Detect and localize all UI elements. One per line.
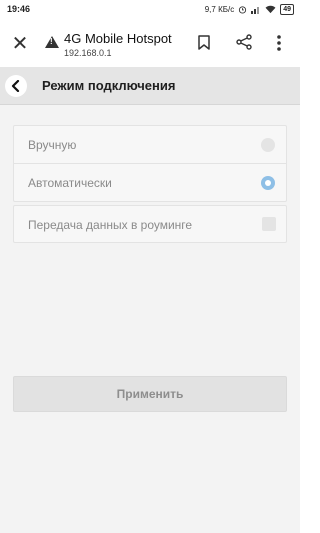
close-icon[interactable]: ✕ <box>10 34 30 54</box>
share-icon[interactable] <box>236 34 252 50</box>
app-header: Режим подключения <box>0 67 300 105</box>
network-speed: 9,7 КБ/с <box>204 5 235 14</box>
browser-toolbar: ✕ 4G Mobile Hotspot 192.168.0.1 <box>0 22 300 67</box>
status-bar: 19:46 9,7 КБ/с 49 <box>0 0 300 22</box>
roaming-checkbox[interactable] <box>262 217 276 231</box>
option-manual-label: Вручную <box>28 138 77 152</box>
wifi-icon <box>265 5 276 14</box>
status-time: 19:46 <box>7 4 31 14</box>
page-title: 4G Mobile Hotspot <box>64 31 172 46</box>
app-title: Режим подключения <box>42 78 176 93</box>
bookmark-icon[interactable] <box>198 35 210 50</box>
page-url: 192.168.0.1 <box>64 48 112 58</box>
connection-mode-group: Вручную Автоматически <box>13 125 287 202</box>
roaming-toggle-row[interactable]: Передача данных в роуминге <box>13 205 287 243</box>
status-indicators: 9,7 КБ/с 49 <box>205 4 294 15</box>
battery-icon: 49 <box>280 4 294 15</box>
radio-manual[interactable] <box>261 138 275 152</box>
option-automatic-label: Автоматически <box>28 176 112 190</box>
apply-button[interactable]: Применить <box>13 376 287 412</box>
alarm-icon <box>239 6 247 14</box>
apply-button-label: Применить <box>116 387 184 401</box>
chevron-left-icon <box>11 80 20 92</box>
warning-icon[interactable] <box>45 36 59 48</box>
option-manual[interactable]: Вручную <box>14 126 286 164</box>
settings-content: Вручную Автоматически Передача данных в … <box>0 105 300 533</box>
roaming-label: Передача данных в роуминге <box>28 218 193 232</box>
more-vertical-icon[interactable] <box>276 34 282 52</box>
option-automatic[interactable]: Автоматически <box>14 164 286 202</box>
back-button[interactable] <box>5 75 27 97</box>
signal-icon <box>251 7 260 14</box>
radio-automatic[interactable] <box>261 176 275 190</box>
